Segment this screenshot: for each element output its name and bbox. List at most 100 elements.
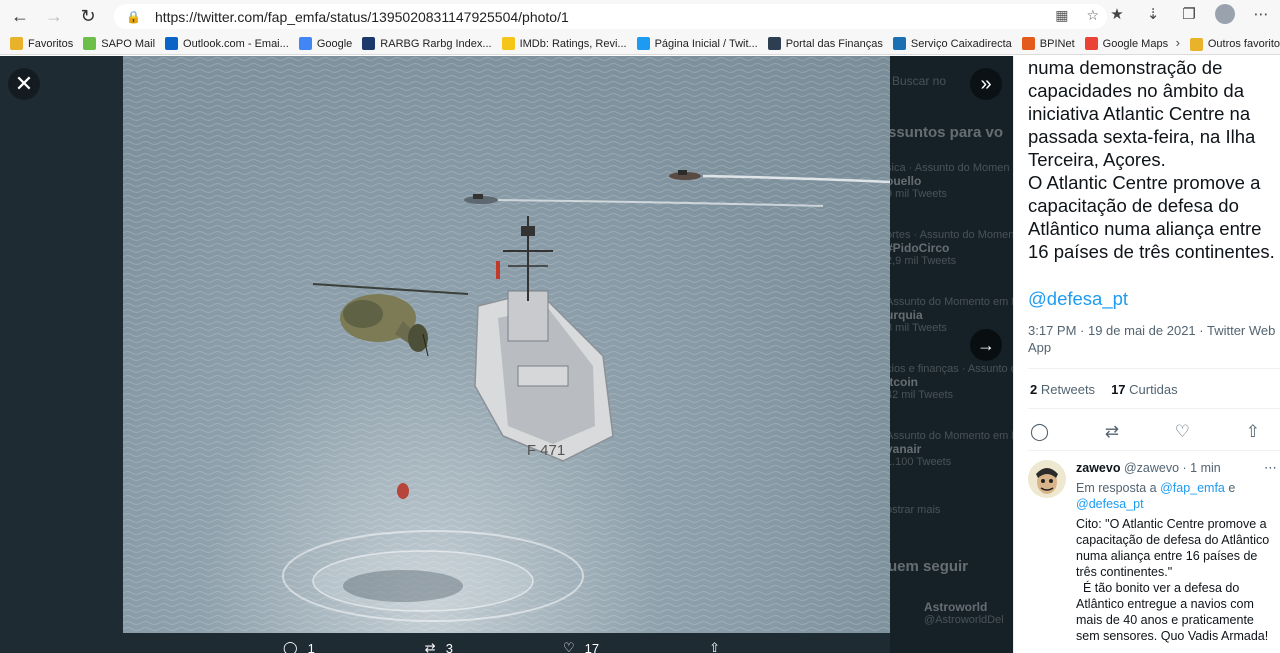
bookmark-item[interactable]: SAPO Mail xyxy=(83,37,155,50)
media-like-button[interactable]: ♡ 17 xyxy=(563,640,599,653)
heart-icon: ♡ xyxy=(562,640,575,653)
chevron-right-icon[interactable]: › xyxy=(1176,35,1180,50)
retweet-icon: ⇄ xyxy=(424,640,436,653)
tweet-text-line: O Atlantic Centre promove a xyxy=(1028,172,1261,193)
bookmark-item[interactable]: Google Maps xyxy=(1084,37,1168,50)
google-icon xyxy=(298,37,312,50)
outlook-icon xyxy=(165,37,179,50)
sapo-icon xyxy=(83,37,97,50)
ghost-search: Buscar no xyxy=(892,74,947,88)
tweet-text-line: Terceira, Açores. xyxy=(1028,149,1166,170)
forward-arrow-icon[interactable]: → xyxy=(40,3,68,31)
retweets-stat[interactable]: 2 Retweets xyxy=(1030,382,1095,397)
bookmark-item[interactable]: Outlook.com - Emai... xyxy=(165,37,289,50)
divider xyxy=(1028,450,1280,451)
reply-body: zawevo @zawevo · 1 min Em resposta a @fa… xyxy=(1076,460,1276,644)
tweet-detail-panel: numa demonstração de capacidades no âmbit… xyxy=(1013,56,1280,653)
bookmark-item[interactable]: RARBG Rarbg Index... xyxy=(362,37,492,50)
ghost-trends-title: ssuntos para vo xyxy=(890,124,1004,141)
downloads-icon[interactable]: ⇣ xyxy=(1142,3,1164,25)
favorite-star-icon[interactable]: ☆ xyxy=(1086,7,1099,24)
reply-to-link-2[interactable]: @defesa_pt xyxy=(1076,497,1144,511)
ghost-trend-item: cios e finanças · Assunto do Mitcoin42 m… xyxy=(890,363,1013,401)
tweet-mention-link[interactable]: @defesa_pt xyxy=(1028,288,1128,310)
media-share-button[interactable]: ⇧ xyxy=(709,640,720,653)
bookmark-item[interactable]: Página Inicial / Twit... xyxy=(636,37,758,50)
heart-icon[interactable]: ♡ xyxy=(1175,422,1190,442)
back-arrow-icon[interactable]: ← xyxy=(6,3,34,31)
retweet-icon[interactable]: ⇄ xyxy=(1105,422,1119,442)
folder-icon xyxy=(10,37,23,50)
photo-viewer: F 471 Buscar no ssuntos para vo sica · A… xyxy=(0,56,1013,653)
tweet-text-line: iniciativa Atlantic Centre na xyxy=(1028,103,1251,124)
bookmark-item[interactable]: Google xyxy=(298,37,352,50)
divider xyxy=(1028,368,1280,369)
bookmark-item[interactable]: Favoritos xyxy=(10,37,73,50)
tweet-timestamp[interactable]: 3:17 PM · 19 de mai de 2021 · Twitter We… xyxy=(1028,322,1278,356)
bookmark-item[interactable]: BPINet xyxy=(1021,37,1075,50)
share-icon: ⇧ xyxy=(709,640,720,653)
address-bar[interactable]: 🔒 https://twitter.com/fap_emfa/status/13… xyxy=(114,4,1107,29)
rarbg-icon xyxy=(362,37,376,50)
close-icon[interactable]: ✕ xyxy=(8,68,40,100)
ghost-follow-title: uem seguir xyxy=(890,558,969,575)
twitter-icon xyxy=(636,37,650,50)
financas-icon xyxy=(767,37,781,50)
ghost-follow: Astroworld @AstroworldDel xyxy=(924,600,1004,626)
divider xyxy=(1028,408,1280,409)
tweet-action-row: ◯ ⇄ ♡ ⇧ xyxy=(1030,422,1260,442)
ghost-trend-item: Assunto do Momento em Porurquia3 mil Twe… xyxy=(890,296,1013,334)
app-available-icon[interactable]: ▦ xyxy=(1055,7,1068,24)
reply-author-name[interactable]: zawevo xyxy=(1076,461,1120,475)
profile-avatar[interactable] xyxy=(1214,3,1236,25)
next-arrow-icon[interactable]: → xyxy=(970,329,1002,361)
media-retweet-button[interactable]: ⇄ 3 xyxy=(425,640,453,653)
photo-scene: F 471 xyxy=(123,56,890,633)
imdb-icon xyxy=(501,37,515,50)
bookmark-item[interactable]: Portal das Finanças xyxy=(767,37,883,50)
ghost-follow-name: Astroworld xyxy=(924,600,988,614)
more-options-icon[interactable]: ⋯ xyxy=(1264,460,1277,476)
lock-icon[interactable]: 🔒 xyxy=(126,10,141,24)
other-favorites[interactable]: Outros favorito xyxy=(1182,33,1280,55)
favorites-icon[interactable]: ★ xyxy=(1106,3,1128,25)
reply-to-line: Em resposta a @fap_emfa e @defesa_pt xyxy=(1076,481,1236,511)
collections-icon[interactable]: ❐ xyxy=(1178,3,1200,25)
tweet-text-line: capacidades no âmbito da xyxy=(1028,80,1244,101)
reload-icon[interactable]: ↻ xyxy=(74,3,102,31)
tweet-photo[interactable]: F 471 xyxy=(123,56,890,633)
reply-icon: ◯ xyxy=(283,640,298,653)
ghost-follow-handle: @AstroworldDel xyxy=(924,614,1004,626)
likes-stat[interactable]: 17 Curtidas xyxy=(1111,382,1178,397)
reply-icon[interactable]: ◯ xyxy=(1030,422,1049,442)
person-in-water xyxy=(397,483,409,499)
avatar[interactable] xyxy=(1028,460,1066,498)
tweet-text-line: capacitação de defesa do xyxy=(1028,195,1239,216)
menu-dots-icon[interactable]: ⋯ xyxy=(1250,3,1272,25)
tweet-text-line: passada sexta-feira, na Ilha xyxy=(1028,126,1256,147)
tweet-text-line: 16 países de três continentes. xyxy=(1028,241,1275,262)
tweet-stats: 2 Retweets 17 Curtidas xyxy=(1030,382,1178,397)
media-reply-button[interactable]: ◯ 1 xyxy=(283,640,315,653)
reply-time[interactable]: · 1 min xyxy=(1183,461,1221,475)
caixa-icon xyxy=(892,37,906,50)
reply-author-handle[interactable]: @zawevo xyxy=(1124,461,1179,475)
tweet-text-line: Atlântico numa aliança entre xyxy=(1028,218,1262,239)
bookmark-item[interactable]: Serviço Caixadirecta xyxy=(892,37,1012,50)
browser-toolbar: ← → ↻ 🔒 https://twitter.com/fap_emfa/sta… xyxy=(0,0,1280,33)
ghost-trend-item: ortes · Assunto do Moment #PidoCirco 2,9 m… xyxy=(890,229,1013,267)
reply-header: zawevo @zawevo · 1 min xyxy=(1076,460,1276,476)
reply-text: Cito: "O Atlantic Centre promove a capac… xyxy=(1076,517,1270,643)
hull-number: F 471 xyxy=(527,442,565,459)
reply-to-link-1[interactable]: @fap_emfa xyxy=(1160,481,1225,495)
ghost-trend-item: Assunto do Momento em Poyanair1.100 Twee… xyxy=(890,430,1013,468)
share-icon[interactable]: ⇧ xyxy=(1246,422,1260,442)
folder-icon xyxy=(1189,37,1203,51)
bpi-icon xyxy=(1021,37,1035,50)
chevrons-right-icon[interactable]: » xyxy=(970,68,1002,100)
tweet-text-line: numa demonstração de xyxy=(1028,57,1223,78)
media-action-bar: ◯ 1 ⇄ 3 ♡ 17 ⇧ xyxy=(283,640,720,653)
bookmark-item[interactable]: IMDb: Ratings, Revi... xyxy=(501,37,627,50)
ghost-show-more: ostrar mais xyxy=(890,504,941,516)
bookmarks-bar: Favoritos SAPO Mail Outlook.com - Emai... G… xyxy=(0,33,1280,55)
